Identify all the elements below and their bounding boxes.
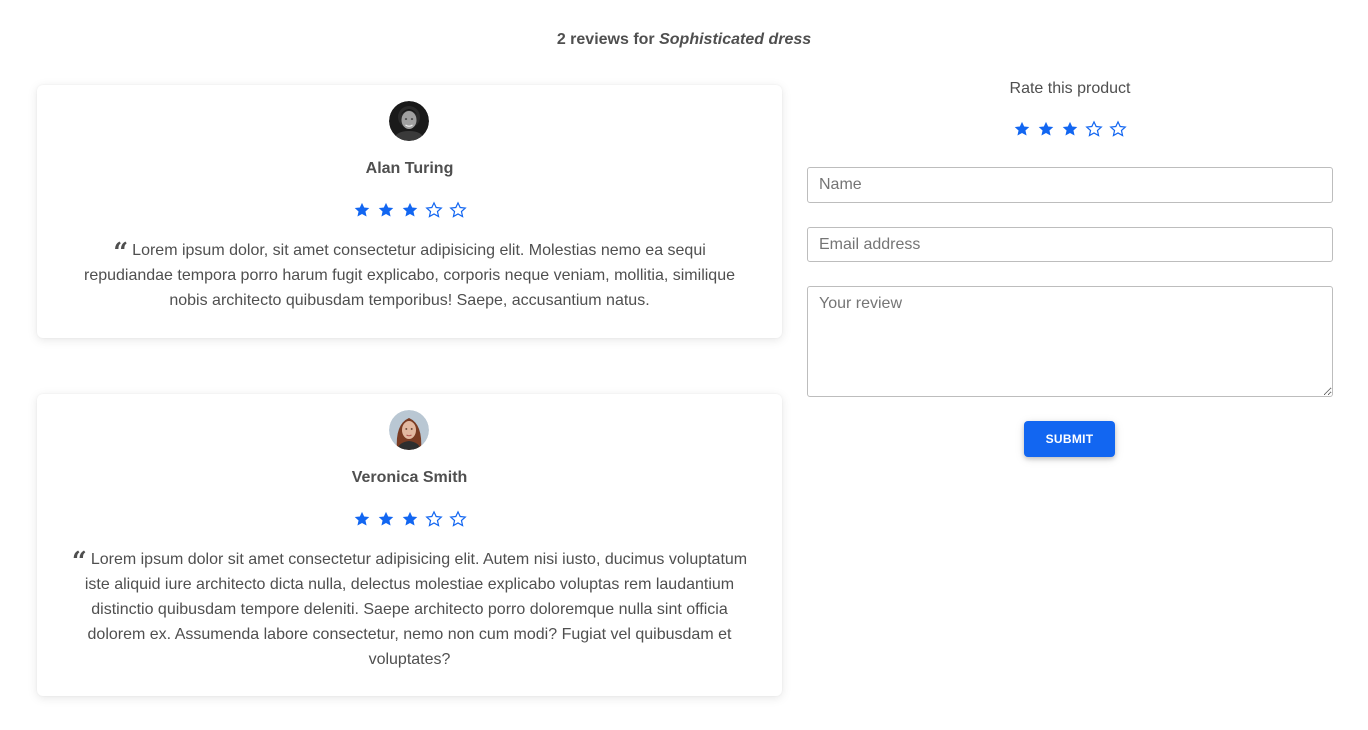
rating-input[interactable] <box>807 120 1333 138</box>
reviews-section: 2 reviews for Sophisticated dress Alan T… <box>0 0 1368 730</box>
reviews-heading: 2 reviews for Sophisticated dress <box>0 29 1368 51</box>
rate-title: Rate this product <box>1009 80 1131 97</box>
star-empty-icon <box>448 201 467 219</box>
avatar-man-photo-icon <box>389 101 429 141</box>
avatar <box>389 101 429 141</box>
star-filled-icon <box>353 201 371 219</box>
rate-star-5-empty-icon[interactable] <box>1109 120 1127 138</box>
reviews-count-text: 2 reviews for <box>556 31 660 48</box>
review-card: Veronica Smith “Lorem ipsum dolor sit am… <box>37 394 782 696</box>
rate-star-1-filled-icon[interactable] <box>1013 120 1031 138</box>
rate-star-4-empty-icon[interactable] <box>1085 120 1103 138</box>
star-empty-icon <box>424 510 443 528</box>
avatar <box>389 410 429 450</box>
star-filled-icon <box>353 510 371 528</box>
review-rating <box>37 510 782 528</box>
star-empty-icon <box>448 510 467 528</box>
star-filled-icon <box>401 510 419 528</box>
review-text: Lorem ipsum dolor sit amet consectetur a… <box>84 551 748 668</box>
avatar-woman-photo-icon <box>389 410 429 450</box>
review-text: Lorem ipsum dolor, sit amet consectetur … <box>83 242 735 309</box>
star-filled-icon <box>401 201 419 219</box>
star-filled-icon <box>377 510 395 528</box>
email-input[interactable] <box>807 227 1333 262</box>
star-empty-icon <box>424 201 443 219</box>
star-filled-icon <box>377 201 395 219</box>
review-textarea[interactable] <box>807 286 1333 397</box>
rate-star-2-filled-icon[interactable] <box>1037 120 1055 138</box>
review-text-block: “Lorem ipsum dolor sit amet consectetur … <box>67 547 752 672</box>
reviewer-name: Alan Turing <box>365 160 454 177</box>
submit-button[interactable]: SUBMIT <box>1024 421 1115 457</box>
review-card: Alan Turing “Lorem ipsum dolor, sit amet… <box>37 85 782 338</box>
review-text-block: “Lorem ipsum dolor, sit amet consectetur… <box>67 238 752 313</box>
quote-left-icon: “ <box>113 238 129 268</box>
rate-product-panel: Rate this product <box>807 78 1333 138</box>
product-name: Sophisticated dress <box>659 31 812 48</box>
name-input[interactable] <box>807 167 1333 203</box>
rate-star-3-filled-icon[interactable] <box>1061 120 1079 138</box>
quote-left-icon: “ <box>71 547 87 577</box>
reviewer-name: Veronica Smith <box>351 469 468 486</box>
review-rating <box>37 201 782 219</box>
